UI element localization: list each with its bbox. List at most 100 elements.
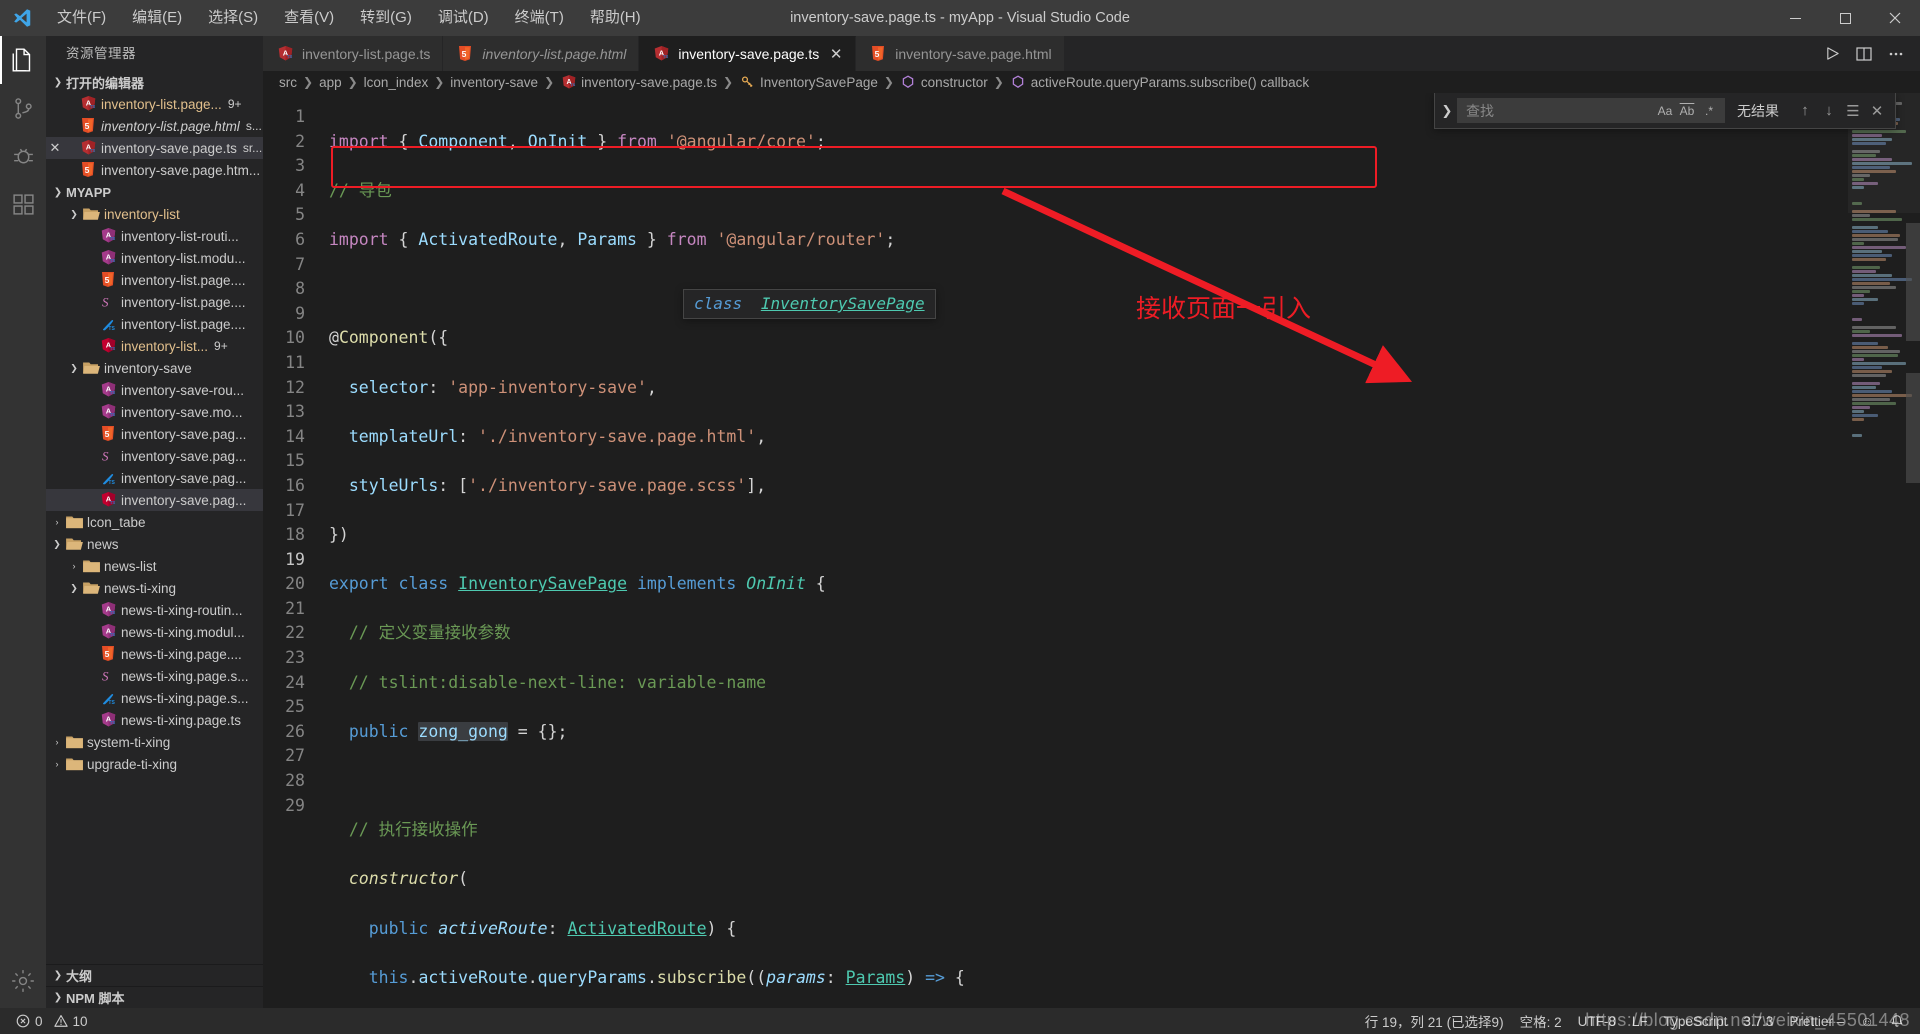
tree-file-row[interactable]: Sinventory-save.pag... — [46, 445, 263, 467]
match-case-icon[interactable]: Aa — [1654, 101, 1676, 121]
tab-inventory-save-page-ts[interactable]: A TS inventory-save.page.ts ✕ — [639, 36, 857, 71]
tree-file-row[interactable]: A TS news-ti-xing.page.ts — [46, 709, 263, 731]
menu-selection[interactable]: 选择(S) — [195, 0, 271, 36]
more-actions-icon[interactable] — [1882, 39, 1910, 69]
tree-file-row[interactable]: A TS inventory-save.mo... — [46, 401, 263, 423]
status-encoding[interactable]: UTF-8 — [1570, 1008, 1624, 1034]
status-indentation[interactable]: 空格: 2 — [1512, 1008, 1570, 1034]
tree-folder-row[interactable]: › lcon_tabe — [46, 511, 263, 533]
breadcrumb-inventory-save[interactable]: inventory-save — [450, 75, 538, 90]
tree-file-row[interactable]: A TS inventory-list.modu... — [46, 247, 263, 269]
scrollbar-thumb-2[interactable] — [1906, 373, 1920, 483]
tree-file-row[interactable]: 5 news-ti-xing.page.... — [46, 643, 263, 665]
tree-file-row[interactable]: A TS inventory-list... 9+ — [46, 335, 263, 357]
tree-folder-row[interactable]: ❯ inventory-save — [46, 357, 263, 379]
breadcrumb-file[interactable]: A TS inventory-save.page.ts — [560, 75, 717, 90]
breadcrumb-class[interactable]: InventorySavePage — [739, 74, 878, 90]
code-lines[interactable]: import { Component, OnInit } from '@angu… — [319, 93, 1920, 1008]
folder-open-icon — [64, 537, 84, 551]
breadcrumb-lcon-index[interactable]: lcon_index — [364, 75, 429, 90]
status-formatter[interactable]: Prettier – — [1781, 1008, 1852, 1034]
open-editor-item-active[interactable]: ✕ A TS inventory-save.page.ts sr... — [46, 137, 263, 159]
tree-file-row[interactable]: 5 inventory-list.page.... — [46, 269, 263, 291]
tree-folder-row[interactable]: ❯ news-ti-xing — [46, 577, 263, 599]
tree-file-row[interactable]: A TS inventory-list-routi... — [46, 225, 263, 247]
tree-file-row[interactable]: A TS news-ti-xing.modul... — [46, 621, 263, 643]
close-button[interactable] — [1870, 0, 1920, 36]
section-npm-scripts[interactable]: ❯ NPM 脚本 — [46, 986, 263, 1008]
tree-folder-row[interactable]: › system-ti-xing — [46, 731, 263, 753]
editor-vertical-scrollbar[interactable] — [1906, 93, 1920, 1008]
minimap-line — [1852, 218, 1902, 221]
find-close-icon[interactable]: ✕ — [1865, 99, 1889, 123]
find-previous-icon[interactable]: ↑ — [1793, 99, 1817, 123]
tab-inventory-save-page-html[interactable]: 5 inventory-save.page.html — [856, 36, 1065, 71]
menu-debug[interactable]: 调试(D) — [425, 0, 502, 36]
whole-word-icon[interactable]: Ab — [1676, 101, 1698, 121]
tab-inventory-list-page-html[interactable]: 5 inventory-list.page.html — [443, 36, 640, 71]
status-feedback-icon[interactable]: ☺ — [1852, 1008, 1882, 1034]
activity-extensions-icon[interactable] — [0, 180, 46, 228]
menu-view[interactable]: 查看(V) — [271, 0, 347, 36]
status-eol[interactable]: LF — [1624, 1008, 1656, 1034]
tree-file-row[interactable]: A TS inventory-save-rou... — [46, 379, 263, 401]
tree-file-row[interactable]: A TS inventory-save.pag... — [46, 489, 263, 511]
tab-inventory-list-page-ts[interactable]: A TS inventory-list.page.ts — [263, 36, 444, 71]
activity-settings-gear-icon[interactable] — [0, 954, 46, 1008]
menu-terminal[interactable]: 终端(T) — [502, 0, 577, 36]
open-editor-item[interactable]: 5 inventory-save.page.htm... — [46, 159, 263, 181]
breadcrumb-separator-icon: ❯ — [544, 75, 555, 89]
code-line: import { Component, OnInit } from '@angu… — [329, 131, 826, 151]
status-cursor-position[interactable]: 行 19，列 21 (已选择9) — [1357, 1008, 1512, 1034]
regex-icon[interactable]: .* — [1698, 101, 1720, 121]
tree-file-row[interactable]: TS inventory-save.pag... — [46, 467, 263, 489]
tree-file-row[interactable]: Snews-ti-xing.page.s... — [46, 665, 263, 687]
tab-close-icon[interactable]: ✕ — [829, 45, 843, 63]
tree-folder-row[interactable]: ❯ news — [46, 533, 263, 555]
menu-go[interactable]: 转到(G) — [347, 0, 425, 36]
activity-debug-icon[interactable] — [0, 132, 46, 180]
status-ts-version[interactable]: 3.7.3 — [1735, 1008, 1781, 1034]
tree-file-row[interactable]: Sinventory-list.page.... — [46, 291, 263, 313]
breadcrumb-callback[interactable]: activeRoute.queryParams.subscribe() call… — [1010, 74, 1309, 90]
tree-item-label: news-ti-xing.page.ts — [121, 712, 242, 728]
run-icon[interactable] — [1818, 39, 1846, 69]
menu-edit[interactable]: 编辑(E) — [119, 0, 195, 36]
section-outline[interactable]: ❯ 大纲 — [46, 964, 263, 986]
toggle-replace-icon[interactable]: ❯ — [1437, 103, 1457, 119]
tree-folder-row[interactable]: › news-list — [46, 555, 263, 577]
split-editor-icon[interactable] — [1850, 39, 1878, 69]
find-input[interactable]: 查找 Aa Ab .* — [1457, 98, 1725, 123]
status-language-mode[interactable]: TypeScript — [1656, 1008, 1736, 1034]
maximize-button[interactable] — [1820, 0, 1870, 36]
scss-icon: S — [98, 294, 118, 310]
section-project[interactable]: ❯ MYAPP — [46, 181, 263, 203]
editor-actions — [1818, 36, 1920, 71]
tree-file-row[interactable]: A TS news-ti-xing-routin... — [46, 599, 263, 621]
tree-folder-row[interactable]: ❯ inventory-list — [46, 203, 263, 225]
status-notifications-bell-icon[interactable] — [1882, 1008, 1912, 1034]
breadcrumb-constructor[interactable]: constructor — [900, 74, 988, 90]
scrollbar-thumb[interactable] — [1906, 223, 1920, 341]
open-editor-item[interactable]: A TS inventory-list.page... 9+ — [46, 93, 263, 115]
close-icon[interactable]: ✕ — [46, 140, 64, 156]
tree-file-row[interactable]: TS inventory-list.page.... — [46, 313, 263, 335]
find-in-selection-icon[interactable]: ☰ — [1841, 99, 1865, 123]
svg-text:TS: TS — [108, 326, 115, 332]
angular-ts-icon: A TS — [98, 712, 118, 728]
breadcrumb-app[interactable]: app — [319, 75, 342, 90]
status-problems[interactable]: 0 10 — [8, 1008, 96, 1034]
menu-help[interactable]: 帮助(H) — [577, 0, 654, 36]
code-editor[interactable]: 1 2 3 4 5 6 7 8 9 10 11 12 13 14 15 16 17 18 19 20 21 22 23 2… — [263, 93, 1920, 1008]
tree-folder-row[interactable]: › upgrade-ti-xing — [46, 753, 263, 775]
breadcrumb-src[interactable]: src — [279, 75, 297, 90]
tree-file-row[interactable]: 5 inventory-save.pag... — [46, 423, 263, 445]
find-next-icon[interactable]: ↓ — [1817, 99, 1841, 123]
tree-file-row[interactable]: TS news-ti-xing.page.s... — [46, 687, 263, 709]
activity-source-control-icon[interactable] — [0, 84, 46, 132]
open-editor-item[interactable]: 5 inventory-list.page.html s... — [46, 115, 263, 137]
activity-explorer-icon[interactable] — [0, 36, 46, 84]
menu-file[interactable]: 文件(F) — [44, 0, 119, 36]
section-open-editors[interactable]: ❯ 打开的编辑器 — [46, 71, 263, 93]
minimize-button[interactable] — [1770, 0, 1820, 36]
